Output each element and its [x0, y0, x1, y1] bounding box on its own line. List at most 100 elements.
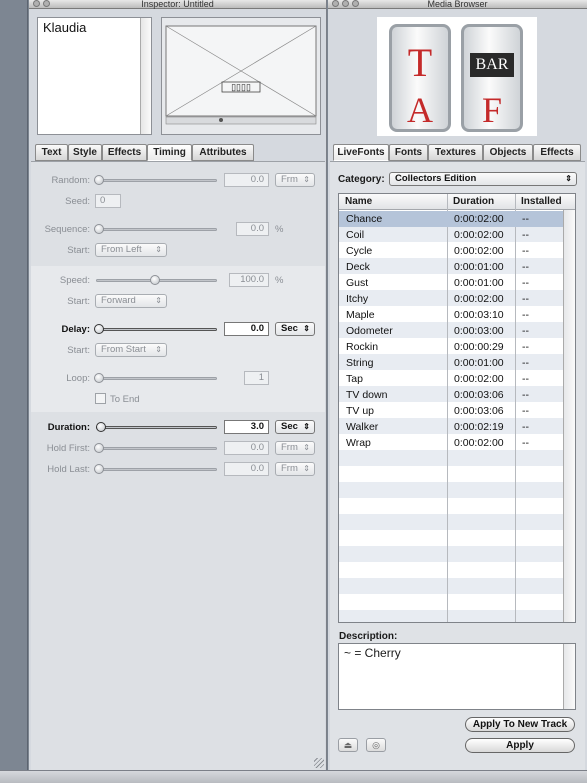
list-item-name: Walker	[346, 421, 379, 433]
list-scrollbar[interactable]	[563, 210, 575, 622]
duration-value-field[interactable]: 3.0	[224, 420, 269, 434]
list-item[interactable]: Rockin 0:00:00:29 --	[341, 339, 563, 355]
list-item[interactable]: Cycle 0:00:02:00 --	[341, 243, 563, 259]
hold-last-slider-knob[interactable]	[94, 464, 104, 474]
list-item[interactable]: Wrap 0:00:02:00 --	[341, 435, 563, 451]
description-label: Description:	[339, 631, 398, 642]
tab-livefonts[interactable]: LiveFonts	[333, 144, 389, 161]
list-item-installed: --	[522, 245, 529, 257]
hold-first-slider-knob[interactable]	[94, 443, 104, 453]
inspector-titlebar[interactable]: Inspector: Untitled	[29, 0, 326, 9]
list-item-name: Gust	[346, 277, 369, 289]
hold-first-slider[interactable]	[96, 447, 217, 450]
minimize-button[interactable]	[342, 0, 349, 7]
tab-effects[interactable]: Effects	[102, 144, 147, 161]
hold-first-value-field[interactable]: 0.0	[224, 441, 269, 455]
tab-timing[interactable]: Timing	[147, 144, 192, 161]
install-icon-button[interactable]: ⏏	[338, 738, 358, 752]
minimize-button[interactable]	[43, 0, 50, 7]
list-item[interactable]: Coil 0:00:02:00 --	[341, 227, 563, 243]
popup-arrows-icon: ⇕	[303, 324, 310, 333]
list-item[interactable]: String 0:00:01:00 --	[341, 355, 563, 371]
description-box[interactable]: ~ = Cherry	[338, 643, 576, 710]
preview-icon-button[interactable]: ◎	[366, 738, 386, 752]
list-item[interactable]: TV down 0:00:03:06 --	[341, 387, 563, 403]
delay-start-popup[interactable]: From Start ⇕	[95, 343, 167, 357]
hold-last-slider[interactable]	[96, 468, 217, 471]
duration-slider[interactable]	[96, 426, 217, 429]
duration-unit-popup[interactable]: Sec ⇕	[275, 420, 315, 434]
random-unit-popup[interactable]: Frm ⇕	[275, 173, 315, 187]
hold-last-value-field[interactable]: 0.0	[224, 462, 269, 476]
delay-unit-popup[interactable]: Sec ⇕	[275, 322, 315, 336]
hold-first-unit-value: Frm	[281, 442, 298, 453]
list-item[interactable]: TV up 0:00:03:06 --	[341, 403, 563, 419]
list-item[interactable]: Walker 0:00:02:19 --	[341, 419, 563, 435]
media-browser-titlebar[interactable]: Media Browser	[328, 0, 587, 9]
hold-last-unit-popup[interactable]: Frm ⇕	[275, 462, 315, 476]
duration-slider-knob[interactable]	[96, 422, 106, 432]
random-unit-value: Frm	[281, 174, 298, 185]
hold-first-unit-popup[interactable]: Frm ⇕	[275, 441, 315, 455]
sequence-slider[interactable]	[96, 228, 217, 231]
to-end-checkbox[interactable]	[95, 393, 106, 404]
tab-objects[interactable]: Objects	[483, 144, 533, 161]
loop-slider[interactable]	[96, 377, 217, 380]
text-preview-content: Klaudia	[43, 20, 87, 35]
delay-slider[interactable]	[96, 328, 217, 331]
list-item[interactable]: Gust 0:00:01:00 --	[341, 275, 563, 291]
delay-slider-knob[interactable]	[94, 324, 104, 334]
speed-start-popup[interactable]: Forward ⇕	[95, 294, 167, 308]
column-header-installed[interactable]: Installed	[521, 196, 562, 207]
tab-style[interactable]: Style	[68, 144, 102, 161]
text-preview-box[interactable]: Klaudia	[37, 17, 152, 135]
category-label: Category:	[338, 174, 385, 185]
random-value-field[interactable]: 0.0	[224, 173, 269, 187]
popup-arrows-icon: ⇕	[303, 464, 310, 473]
list-item[interactable]: Deck 0:00:01:00 --	[341, 259, 563, 275]
column-header-duration[interactable]: Duration	[453, 196, 494, 207]
zoom-button[interactable]	[352, 0, 359, 7]
inspector-title: Inspector: Untitled	[141, 0, 214, 9]
category-popup[interactable]: Collectors Edition ⇕	[389, 172, 577, 186]
list-item-name: Maple	[346, 309, 375, 321]
list-item-name: Chance	[346, 213, 383, 225]
seed-value-field[interactable]: 0	[95, 194, 121, 208]
tab-fonts[interactable]: Fonts	[389, 144, 428, 161]
preview-letter-a: A	[407, 90, 433, 130]
random-slider-knob[interactable]	[94, 175, 104, 185]
list-item[interactable]: Tap 0:00:02:00 --	[341, 371, 563, 387]
list-item[interactable]: Chance 0:00:02:00 --	[341, 211, 563, 227]
sequence-slider-knob[interactable]	[94, 224, 104, 234]
delay-value-field[interactable]: 0.0	[224, 322, 269, 336]
close-button[interactable]	[332, 0, 339, 7]
speed-value-field[interactable]: 100.0	[229, 273, 269, 287]
timing-section-speed	[31, 266, 325, 412]
inspector-resize-grip[interactable]	[314, 758, 324, 768]
tab-text[interactable]: Text	[35, 144, 68, 161]
popup-arrows-icon: ⇕	[303, 422, 310, 431]
sequence-start-popup[interactable]: From Left ⇕	[95, 243, 167, 257]
list-item-installed: --	[522, 341, 529, 353]
list-item-duration: 0:00:02:00	[454, 293, 504, 305]
preview-letter-t: T	[407, 40, 433, 85]
description-scrollbar[interactable]	[563, 644, 575, 709]
description-text: ~ = Cherry	[344, 646, 401, 660]
tab-textures[interactable]: Textures	[428, 144, 483, 161]
list-item[interactable]: Maple 0:00:03:10 --	[341, 307, 563, 323]
speed-slider-knob[interactable]	[150, 275, 160, 285]
list-item[interactable]: Odometer 0:00:03:00 --	[341, 323, 563, 339]
loop-slider-knob[interactable]	[94, 373, 104, 383]
list-item[interactable]: Itchy 0:00:02:00 --	[341, 291, 563, 307]
sequence-value-field[interactable]: 0.0	[236, 222, 269, 236]
loop-value-field[interactable]: 1	[244, 371, 269, 385]
tab-attributes[interactable]: Attributes	[192, 144, 254, 161]
column-header-name[interactable]: Name	[345, 196, 372, 207]
duration-label: Duration:	[47, 422, 90, 433]
text-preview-scrollbar[interactable]	[140, 18, 151, 134]
apply-to-new-track-button[interactable]: Apply To New Track	[465, 717, 575, 732]
close-button[interactable]	[33, 0, 40, 7]
tab-effects[interactable]: Effects	[533, 144, 581, 161]
apply-button[interactable]: Apply	[465, 738, 575, 753]
random-slider[interactable]	[96, 179, 217, 182]
